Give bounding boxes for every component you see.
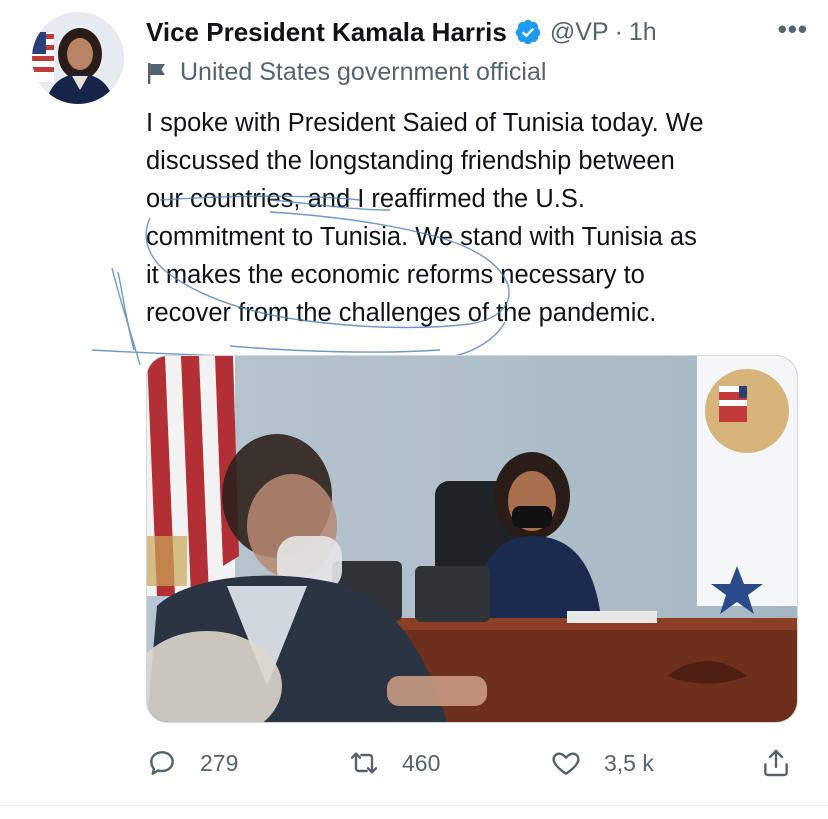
retweet-button[interactable]: 460 <box>348 740 440 786</box>
reply-icon <box>150 751 174 775</box>
government-label-text: United States government official <box>180 58 547 86</box>
retweet-icon <box>350 752 378 774</box>
share-icon <box>764 749 788 777</box>
tweet-photo <box>147 356 797 722</box>
like-button[interactable]: 3,5 k <box>550 740 654 786</box>
share-button[interactable] <box>760 740 792 786</box>
tweet-actions: 279 460 3,5 k <box>146 740 796 786</box>
timestamp[interactable]: 1h <box>629 18 657 47</box>
like-count: 3,5 k <box>604 749 654 776</box>
display-name[interactable]: Vice President Kamala Harris <box>146 17 507 48</box>
tweet-text: I spoke with President Saied of Tunisia … <box>146 109 704 327</box>
tweet-media[interactable] <box>146 355 798 723</box>
avatar[interactable] <box>32 12 124 104</box>
tweet-header: Vice President Kamala Harris @VP · 1h ••… <box>146 12 808 52</box>
handle[interactable]: @VP <box>550 18 609 47</box>
verified-badge-icon <box>515 19 541 45</box>
government-label[interactable]: United States government official <box>146 58 546 87</box>
divider <box>0 805 828 806</box>
flag-icon <box>148 62 165 84</box>
reply-count: 279 <box>200 749 239 776</box>
more-options-button[interactable]: ••• <box>778 14 808 45</box>
reply-button[interactable]: 279 <box>146 740 238 786</box>
avatar-photo <box>32 12 124 104</box>
retweet-count: 460 <box>402 749 441 776</box>
heart-icon <box>552 752 580 775</box>
separator: · <box>614 17 623 46</box>
